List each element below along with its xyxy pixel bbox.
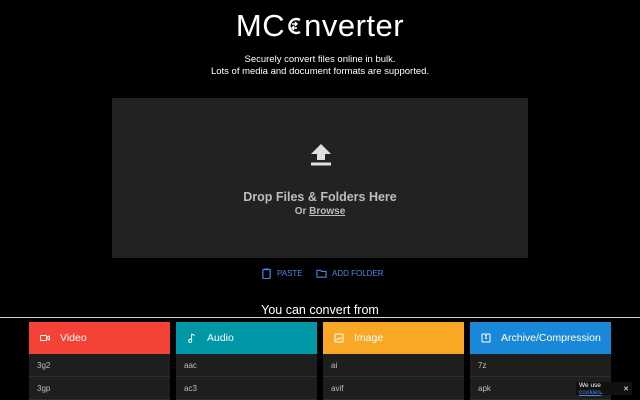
convert-arrows-icon bbox=[286, 9, 303, 35]
cookies-link[interactable]: cookies bbox=[579, 389, 601, 396]
folder-icon bbox=[316, 269, 327, 278]
logo-prefix: MC bbox=[235, 8, 286, 43]
add-folder-label: ADD FOLDER bbox=[332, 269, 384, 278]
or-label: Or bbox=[294, 206, 307, 217]
category-title: Archive/Compression bbox=[501, 332, 601, 344]
format-item[interactable]: 3gp bbox=[29, 377, 170, 400]
category-header-image[interactable]: Image bbox=[323, 322, 464, 354]
cookie-prefix: We use bbox=[579, 381, 601, 389]
format-item[interactable]: avif bbox=[323, 377, 464, 400]
drop-or-line: Or Browse bbox=[112, 206, 528, 217]
tagline: Securely convert files online in bulk. L… bbox=[0, 54, 640, 78]
close-icon[interactable]: ✕ bbox=[623, 385, 629, 393]
category-card-video: Video 3g2 3gp bbox=[29, 322, 170, 400]
add-folder-button[interactable]: ADD FOLDER bbox=[316, 268, 384, 279]
format-item[interactable]: 7z bbox=[470, 354, 611, 377]
category-card-audio: Audio aac ac3 bbox=[176, 322, 317, 400]
cookie-suffix: . bbox=[601, 388, 603, 396]
logo-suffix: nverter bbox=[304, 8, 405, 43]
browse-link[interactable]: Browse bbox=[309, 206, 345, 217]
convert-heading: You can convert from bbox=[261, 303, 379, 317]
format-item[interactable]: ai bbox=[323, 354, 464, 377]
paste-button[interactable]: PASTE bbox=[261, 268, 303, 279]
divider bbox=[0, 317, 640, 318]
category-title: Image bbox=[354, 332, 384, 344]
archive-icon bbox=[481, 333, 491, 343]
category-title: Audio bbox=[207, 332, 234, 344]
cookie-text: We use cookies. bbox=[579, 382, 623, 396]
video-icon bbox=[40, 335, 50, 341]
tagline-line-2: Lots of media and document formats are s… bbox=[210, 66, 430, 77]
format-item[interactable]: 3g2 bbox=[29, 354, 170, 377]
category-title: Video bbox=[60, 332, 87, 344]
drop-zone[interactable] bbox=[112, 98, 528, 258]
format-item[interactable]: aac bbox=[176, 354, 317, 377]
upload-icon bbox=[311, 144, 331, 166]
category-card-image: Image ai avif bbox=[323, 322, 464, 400]
cookie-banner: We use cookies. ✕ bbox=[576, 382, 632, 396]
image-icon bbox=[334, 333, 344, 343]
music-note-icon bbox=[188, 333, 195, 343]
tagline-line-1: Securely convert files online in bulk. bbox=[244, 54, 396, 65]
logo[interactable]: MC nverter bbox=[0, 8, 640, 44]
category-header-video[interactable]: Video bbox=[29, 322, 170, 354]
category-header-audio[interactable]: Audio bbox=[176, 322, 317, 354]
clipboard-icon bbox=[262, 268, 271, 279]
format-item[interactable]: ac3 bbox=[176, 377, 317, 400]
drop-title: Drop Files & Folders Here bbox=[243, 190, 397, 204]
paste-label: PASTE bbox=[277, 269, 303, 278]
category-header-archive[interactable]: Archive/Compression bbox=[470, 322, 611, 354]
